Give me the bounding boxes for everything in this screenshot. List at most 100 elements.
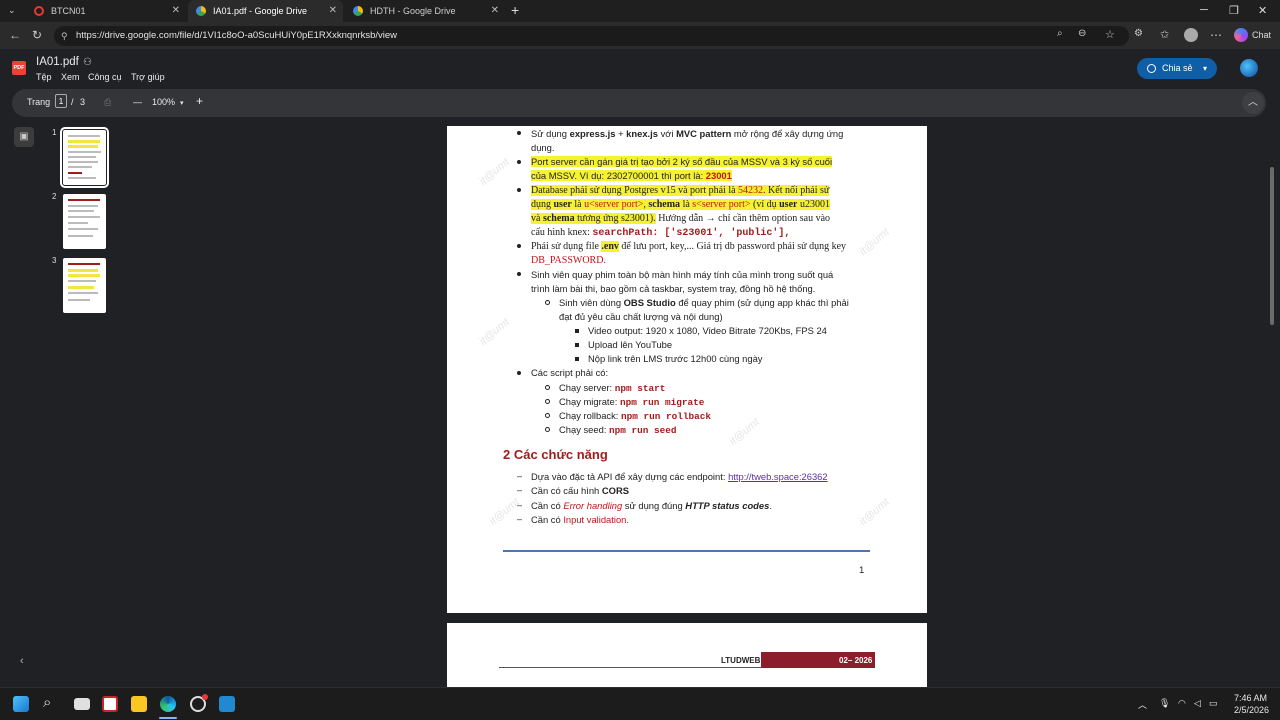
doc-line: trình làm bài thi, bao gồm cả taskbar, s…: [531, 283, 816, 294]
chat-button[interactable]: Chat: [1252, 30, 1271, 40]
api-link[interactable]: http://tweb.space:26362: [728, 471, 828, 482]
doc-line: Chạy server: npm start: [559, 382, 666, 394]
thumbnail-number: 1: [52, 128, 57, 137]
print-icon[interactable]: ⎙: [104, 97, 111, 108]
edge-icon[interactable]: [160, 696, 176, 712]
thumbnail-page-3[interactable]: [63, 258, 106, 313]
chevron-down-icon[interactable]: ▾: [1203, 58, 1207, 79]
tab-label: BTCN01: [51, 6, 86, 16]
battery-icon[interactable]: ▭: [1209, 698, 1218, 709]
clock-time[interactable]: 7:46 AM: [1234, 693, 1267, 703]
reload-icon[interactable]: ↻: [32, 28, 42, 42]
clock-date[interactable]: 2/5/2026: [1234, 705, 1269, 715]
thumbnail-page-1[interactable]: [60, 127, 109, 188]
page-separator: /: [71, 97, 74, 107]
shared-icon[interactable]: ⚇: [83, 57, 92, 68]
back-icon[interactable]: ←: [9, 28, 21, 42]
doc-line: Các script phải có:: [531, 367, 609, 378]
menu-help[interactable]: Trợ giúp: [131, 72, 165, 82]
tab-search-icon[interactable]: ⌄: [8, 5, 16, 16]
doc-line: Upload lên YouTube: [588, 339, 673, 350]
footer-rule: [503, 550, 870, 552]
doc-line: Dựa vào đặc tả API để xây dựng các endpo…: [531, 471, 828, 482]
drive-header: [0, 49, 1280, 90]
zoom-level[interactable]: 100%: [152, 97, 175, 107]
zoom-out-button[interactable]: —: [133, 97, 142, 107]
microphone-icon[interactable]: 🎙: [1159, 698, 1170, 709]
tab-btcn01[interactable]: BTCN01 ✕: [26, 0, 186, 22]
page-total: 3: [80, 97, 86, 107]
drive-favicon-icon: [353, 6, 363, 16]
doc-line: Chạy migrate: npm run migrate: [559, 396, 705, 408]
watermark: it@umt: [727, 416, 762, 448]
globe-icon: [1147, 64, 1156, 73]
doc-line: Cần có Input validation.: [531, 514, 629, 525]
pdf-page-2: LTUDWEB 02– 2026: [447, 623, 927, 687]
doc-line: Sinh viên quay phim toàn bộ màn hình máy…: [531, 269, 834, 280]
tab-label: IA01.pdf - Google Drive: [213, 6, 308, 16]
dash-bullet: –: [517, 485, 523, 495]
minimize-button[interactable]: ─: [1200, 4, 1208, 16]
snipping-tool-icon[interactable]: [102, 696, 118, 712]
url-field[interactable]: ⚲ https://drive.google.com/file/d/1VI1c8…: [54, 26, 1129, 46]
reader-icon[interactable]: ⊖: [1078, 28, 1086, 39]
search-icon[interactable]: ⌕: [43, 694, 51, 711]
thumbnail-page-2[interactable]: [63, 194, 106, 249]
watermark: it@umt: [857, 226, 892, 258]
file-explorer-icon[interactable]: [131, 696, 147, 712]
doc-line: Cần có Error handling sử dụng đúng HTTP …: [531, 500, 772, 511]
dash-bullet: –: [517, 514, 523, 524]
close-icon[interactable]: ✕: [491, 5, 499, 16]
restore-button[interactable]: ❐: [1229, 4, 1239, 17]
thumbnails-toggle-icon[interactable]: ▣: [14, 127, 34, 147]
favorites-icon[interactable]: ✩: [1160, 28, 1169, 41]
file-name: IA01.pdf: [36, 56, 79, 68]
more-icon[interactable]: ⋯: [1210, 28, 1222, 42]
watermark: it@umt: [857, 496, 892, 528]
new-tab-button[interactable]: +: [511, 2, 519, 18]
close-icon[interactable]: ✕: [329, 5, 337, 16]
extensions-icon[interactable]: ⚙: [1134, 28, 1143, 39]
url-text: https://drive.google.com/file/d/1VI1c8oO…: [76, 30, 398, 41]
window-close-button[interactable]: ✕: [1258, 4, 1267, 17]
tab-strip: ⌄ BTCN01 ✕ IA01.pdf - Google Drive ✕ HDT…: [0, 0, 1280, 22]
close-icon[interactable]: ✕: [172, 5, 180, 16]
header-rule: [499, 667, 761, 668]
vscode-icon[interactable]: [219, 696, 235, 712]
collapse-toolbar-icon[interactable]: ︿: [1242, 92, 1264, 114]
star-icon[interactable]: ☆: [1105, 28, 1115, 41]
share-label: Chia sẻ: [1162, 63, 1193, 73]
chevron-down-icon[interactable]: ▾: [180, 99, 184, 107]
doc-line: Sử dụng express.js + knex.js với MVC pat…: [531, 128, 844, 139]
chevron-up-icon[interactable]: ︿: [1138, 698, 1147, 711]
menu-view[interactable]: Xem: [61, 72, 80, 82]
doc-line: Chạy rollback: npm run rollback: [559, 410, 712, 422]
tab-ia01-pdf[interactable]: IA01.pdf - Google Drive ✕: [188, 0, 343, 22]
site-info-icon[interactable]: ⚲: [61, 26, 68, 46]
avatar[interactable]: [1184, 28, 1198, 42]
drive-favicon-icon: [196, 6, 206, 16]
dash-bullet: –: [517, 500, 523, 510]
thumbnail-number: 3: [52, 256, 57, 265]
doc-line: DB_PASSWORD.: [531, 255, 606, 266]
zoom-in-button[interactable]: +: [196, 94, 203, 108]
watermark: it@umt: [477, 156, 512, 188]
menu-file[interactable]: Tệp: [36, 72, 52, 82]
tab-hdth[interactable]: HDTH - Google Drive ✕: [345, 0, 505, 22]
doc-line: Sinh viên dùng OBS Studio để quay phim (…: [559, 297, 849, 308]
volume-icon[interactable]: ◁: [1194, 698, 1201, 709]
copilot-icon[interactable]: [1234, 28, 1248, 42]
pdf-file-icon: PDF: [12, 61, 26, 75]
task-view-icon[interactable]: [74, 698, 90, 710]
thumbnail-number: 2: [52, 192, 57, 201]
page-number: 1: [859, 565, 865, 576]
windows-start-icon[interactable]: [13, 696, 29, 712]
page-input[interactable]: 1: [55, 94, 67, 108]
wifi-icon[interactable]: ◠: [1178, 698, 1186, 709]
search-icon[interactable]: ⌕: [1057, 28, 1063, 39]
menu-tools[interactable]: Công cụ: [88, 72, 122, 82]
scrollbar[interactable]: [1270, 167, 1274, 325]
chevron-left-icon[interactable]: ‹: [20, 655, 24, 667]
header-right: 02– 2026: [839, 656, 873, 665]
app-launcher-icon[interactable]: [1240, 59, 1258, 77]
